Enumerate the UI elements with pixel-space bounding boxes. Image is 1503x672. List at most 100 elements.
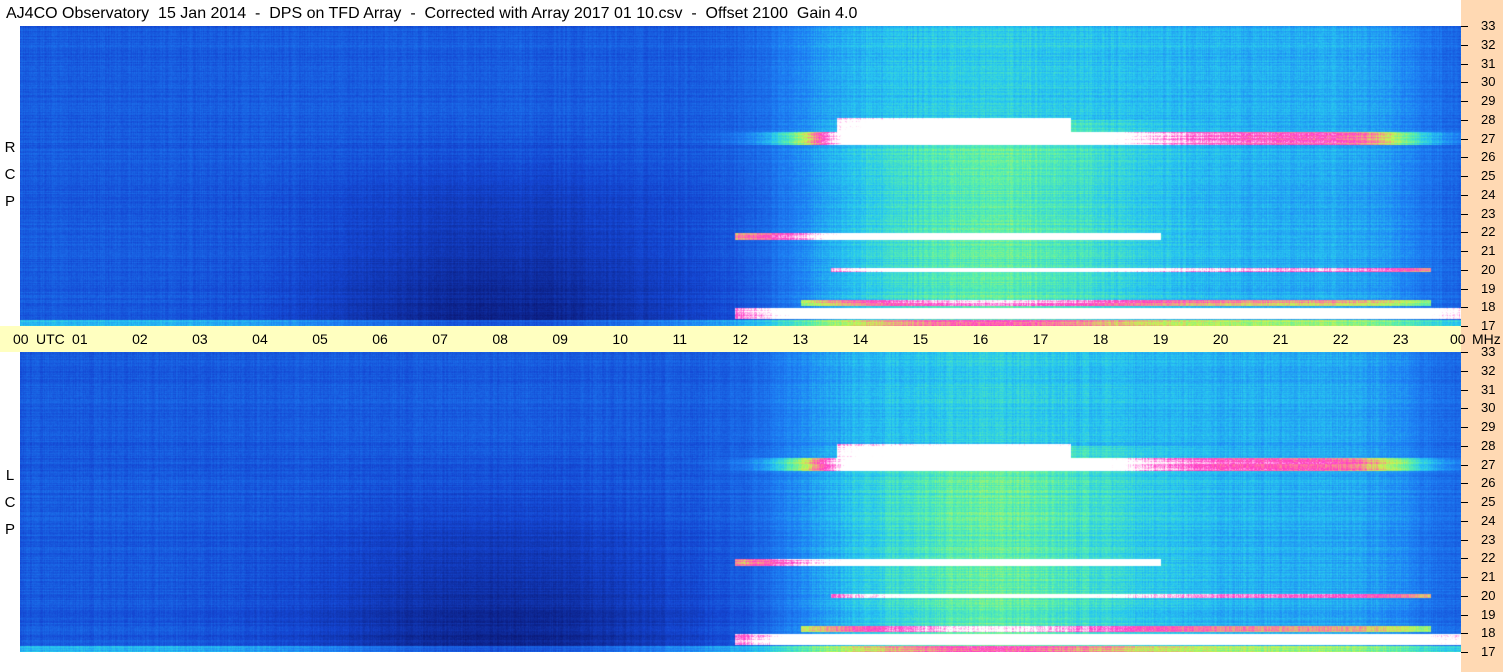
freq-tick-mark-rcp-19: [1461, 289, 1468, 290]
freq-tick-lcp-27: 27: [1481, 457, 1496, 472]
utc-tick-4: 04: [252, 331, 268, 347]
freq-tick-mark-lcp-26: [1461, 483, 1468, 484]
freq-tick-rcp-17: 17: [1481, 318, 1496, 333]
freq-tick-lcp-21: 21: [1481, 569, 1496, 584]
utc-tick-2: 02: [132, 331, 148, 347]
freq-tick-rcp-18: 18: [1481, 299, 1496, 314]
freq-tick-mark-lcp-17: [1461, 652, 1468, 653]
freq-tick-rcp-25: 25: [1481, 168, 1496, 183]
chart-title: AJ4CO Observatory 15 Jan 2014 - DPS on T…: [6, 5, 858, 22]
freq-tick-rcp-30: 30: [1481, 74, 1496, 89]
freq-tick-rcp-32: 32: [1481, 37, 1496, 52]
utc-tick-6: 06: [372, 331, 388, 347]
freq-tick-mark-rcp-30: [1461, 82, 1468, 83]
freq-tick-rcp-24: 24: [1481, 187, 1496, 202]
freq-tick-rcp-27: 27: [1481, 131, 1496, 146]
utc-tick-9: 09: [552, 331, 568, 347]
freq-tick-mark-rcp-26: [1461, 157, 1468, 158]
polarization-label-lcp: LCP: [4, 467, 16, 538]
freq-tick-mark-rcp-33: [1461, 26, 1468, 27]
utc-tick-10: 10: [612, 331, 628, 347]
utc-tick-7: 07: [432, 331, 448, 347]
freq-tick-mark-lcp-32: [1461, 371, 1468, 372]
freq-tick-lcp-28: 28: [1481, 438, 1496, 453]
freq-tick-lcp-33: 33: [1481, 344, 1496, 359]
freq-tick-mark-rcp-18: [1461, 307, 1468, 308]
polarization-label-rcp: RCP: [4, 139, 16, 210]
freq-tick-mark-rcp-25: [1461, 176, 1468, 177]
freq-tick-lcp-32: 32: [1481, 363, 1496, 378]
freq-tick-mark-lcp-23: [1461, 540, 1468, 541]
freq-tick-rcp-21: 21: [1481, 243, 1496, 258]
utc-tick-23: 23: [1392, 331, 1409, 347]
utc-tick-21: 21: [1272, 331, 1289, 347]
utc-tick-1: 01: [72, 331, 88, 347]
freq-tick-mark-rcp-29: [1461, 101, 1468, 102]
utc-tick-19: 19: [1152, 331, 1169, 347]
freq-tick-lcp-29: 29: [1481, 419, 1496, 434]
utc-tick-20: 20: [1212, 331, 1229, 347]
freq-tick-mark-lcp-19: [1461, 615, 1468, 616]
freq-tick-mark-lcp-25: [1461, 502, 1468, 503]
freq-tick-mark-rcp-23: [1461, 214, 1468, 215]
freq-tick-lcp-25: 25: [1481, 494, 1496, 509]
freq-tick-rcp-22: 22: [1481, 224, 1496, 239]
freq-tick-lcp-18: 18: [1481, 625, 1496, 640]
freq-tick-rcp-20: 20: [1481, 262, 1496, 277]
freq-tick-lcp-19: 19: [1481, 607, 1496, 622]
freq-tick-rcp-19: 19: [1481, 281, 1496, 296]
utc-tick-5: 05: [312, 331, 328, 347]
utc-tick-13: 13: [792, 331, 809, 347]
freq-tick-lcp-30: 30: [1481, 400, 1496, 415]
freq-tick-lcp-23: 23: [1481, 532, 1496, 547]
freq-tick-lcp-22: 22: [1481, 550, 1496, 565]
freq-tick-mark-rcp-22: [1461, 232, 1468, 233]
freq-tick-lcp-26: 26: [1481, 475, 1496, 490]
freq-tick-mark-lcp-18: [1461, 633, 1468, 634]
utc-tick-11: 11: [672, 331, 687, 347]
utc-tick-15: 15: [912, 331, 929, 347]
utc-tick-12: 12: [732, 331, 749, 347]
utc-tick-18: 18: [1092, 331, 1109, 347]
freq-tick-rcp-23: 23: [1481, 206, 1496, 221]
utc-tick-0: 00: [13, 331, 29, 347]
freq-tick-mark-rcp-20: [1461, 270, 1468, 271]
spectrogram-lcp: [20, 352, 1461, 652]
freq-tick-rcp-33: 33: [1481, 18, 1496, 33]
utc-tick-3: 03: [192, 331, 208, 347]
freq-tick-mark-lcp-31: [1461, 390, 1468, 391]
utc-unit-label: UTC: [36, 331, 65, 347]
freq-tick-mark-lcp-33: [1461, 352, 1468, 353]
freq-tick-mark-rcp-28: [1461, 120, 1468, 121]
freq-tick-mark-rcp-24: [1461, 195, 1468, 196]
freq-tick-rcp-29: 29: [1481, 93, 1496, 108]
freq-tick-lcp-17: 17: [1481, 644, 1496, 659]
utc-tick-22: 22: [1332, 331, 1349, 347]
freq-tick-mark-lcp-29: [1461, 427, 1468, 428]
utc-tick-8: 08: [492, 331, 508, 347]
freq-tick-lcp-24: 24: [1481, 513, 1496, 528]
freq-tick-mark-lcp-24: [1461, 521, 1468, 522]
freq-tick-mark-rcp-21: [1461, 251, 1468, 252]
freq-tick-mark-rcp-17: [1461, 326, 1468, 327]
freq-tick-mark-lcp-21: [1461, 577, 1468, 578]
freq-tick-mark-lcp-27: [1461, 465, 1468, 466]
freq-tick-lcp-20: 20: [1481, 588, 1496, 603]
freq-tick-rcp-28: 28: [1481, 112, 1496, 127]
freq-tick-mark-lcp-30: [1461, 408, 1468, 409]
utc-tick-24: 00: [1450, 331, 1466, 347]
freq-tick-mark-lcp-20: [1461, 596, 1468, 597]
freq-tick-mark-rcp-32: [1461, 45, 1468, 46]
freq-tick-rcp-26: 26: [1481, 149, 1496, 164]
freq-tick-rcp-31: 31: [1481, 56, 1496, 71]
utc-tick-16: 16: [972, 331, 989, 347]
freq-tick-mark-lcp-22: [1461, 558, 1468, 559]
freq-tick-mark-rcp-27: [1461, 139, 1468, 140]
spectrogram-rcp: [20, 26, 1461, 326]
utc-tick-14: 14: [852, 331, 869, 347]
freq-tick-lcp-31: 31: [1481, 382, 1496, 397]
utc-time-axis: [0, 326, 1461, 352]
freq-tick-mark-rcp-31: [1461, 64, 1468, 65]
freq-tick-mark-lcp-28: [1461, 446, 1468, 447]
utc-tick-17: 17: [1032, 331, 1049, 347]
